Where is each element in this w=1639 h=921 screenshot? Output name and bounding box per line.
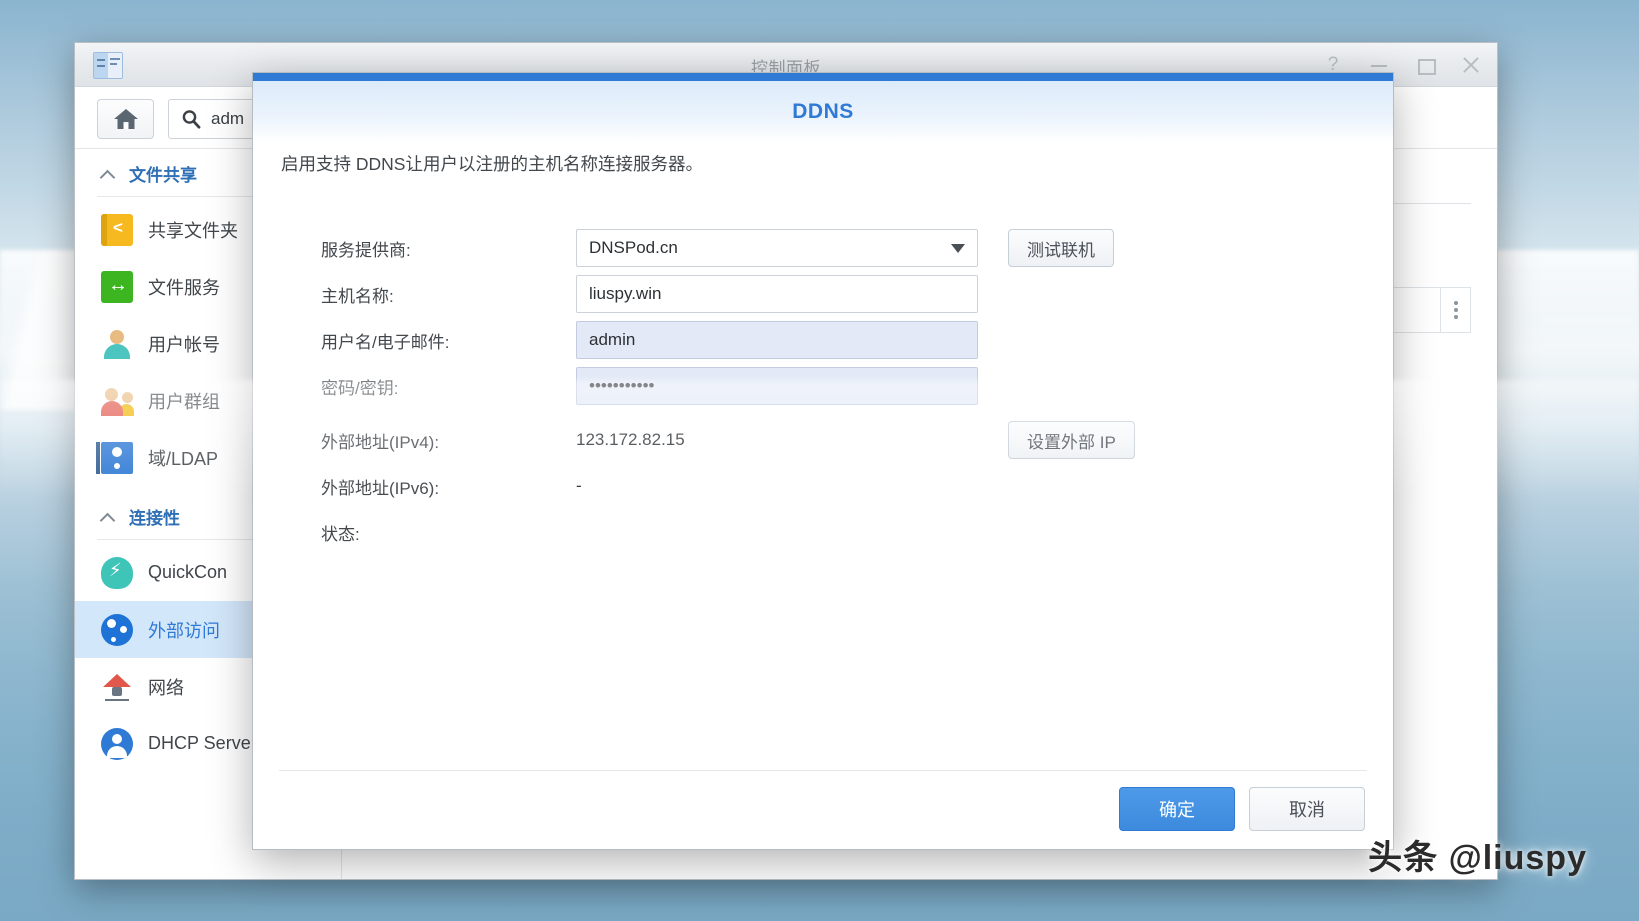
ddns-form: 服务提供商: DNSPod.cn 测试联机 主机名称: (321, 225, 1341, 555)
field-row-hostname: 主机名称: liuspy.win (321, 271, 1341, 317)
field-row-service-provider: 服务提供商: DNSPod.cn 测试联机 (321, 225, 1341, 271)
ok-button[interactable]: 确定 (1119, 787, 1235, 831)
service-provider-select-wrap: DNSPod.cn (576, 229, 978, 267)
network-icon (101, 671, 133, 703)
sidebar-item-label: 文件服务 (148, 274, 220, 300)
home-button[interactable] (97, 99, 154, 139)
home-icon (113, 107, 139, 131)
field-row-status: 状态: (321, 509, 1341, 555)
user-account-icon (101, 328, 133, 360)
shared-folder-icon (101, 214, 133, 246)
field-row-password: 密码/密钥: ••••••••••• (321, 363, 1341, 409)
quickconnect-icon (101, 557, 133, 589)
field-label: 主机名称: (321, 282, 576, 307)
search-icon (181, 109, 201, 129)
dialog-description: 启用支持 DDNS让用户以注册的主机名称连接服务器。 (281, 151, 703, 176)
external-ipv4-value-wrap: 123.172.82.15 (576, 430, 978, 450)
username-input[interactable]: admin (576, 321, 978, 359)
sidebar-item-label: 用户帐号 (148, 331, 220, 357)
domain-ldap-icon (101, 442, 133, 474)
field-label: 用户名/电子邮件: (321, 328, 576, 353)
dialog-title: DDNS (792, 100, 854, 124)
dialog-header: DDNS (253, 81, 1393, 143)
field-label: 外部地址(IPv6): (321, 474, 576, 499)
field-label: 状态: (321, 520, 576, 545)
external-ipv4-value: 123.172.82.15 (576, 430, 685, 449)
chevron-up-icon (101, 510, 115, 524)
external-access-icon (101, 614, 133, 646)
sidebar-item-label: 共享文件夹 (148, 217, 238, 243)
password-input-wrap: ••••••••••• (576, 367, 978, 405)
external-ipv6-value: - (576, 476, 582, 495)
field-row-username: 用户名/电子邮件: admin (321, 317, 1341, 363)
field-row-external-ipv4: 外部地址(IPv4): 123.172.82.15 设置外部 IP (321, 417, 1341, 463)
sidebar-item-user-group[interactable]: 用户群组 (75, 372, 341, 429)
external-ipv6-value-wrap: - (576, 476, 978, 496)
file-service-icon (101, 271, 133, 303)
close-icon[interactable] (1461, 55, 1481, 75)
maximize-icon[interactable] (1415, 55, 1435, 75)
more-options-icon[interactable] (1440, 288, 1470, 332)
hostname-input[interactable]: liuspy.win (576, 275, 978, 313)
sidebar-item-label: 用户群组 (148, 388, 220, 414)
test-connection-slot: 测试联机 (1008, 229, 1114, 267)
cancel-button[interactable]: 取消 (1249, 787, 1365, 831)
sidebar-item-domain-ldap[interactable]: 域/LDAP (75, 429, 341, 486)
set-external-ip-slot: 设置外部 IP (1008, 421, 1135, 459)
password-input[interactable]: ••••••••••• (576, 367, 978, 405)
ddns-dialog: DDNS 启用支持 DDNS让用户以注册的主机名称连接服务器。 服务提供商: D… (252, 72, 1394, 850)
chevron-up-icon (101, 167, 115, 181)
field-label: 密码/密钥: (321, 374, 576, 399)
search-value: adm (211, 109, 244, 129)
username-input-wrap: admin (576, 321, 978, 359)
field-label: 外部地址(IPv4): (321, 428, 576, 453)
sidebar-group-label: 连接性 (129, 504, 180, 529)
hostname-input-wrap: liuspy.win (576, 275, 978, 313)
dialog-footer: 确定 取消 (1119, 787, 1365, 831)
chevron-down-icon (951, 244, 965, 253)
set-external-ip-button[interactable]: 设置外部 IP (1008, 421, 1135, 459)
dhcp-server-icon (101, 728, 133, 760)
dialog-accent-bar (253, 73, 1393, 81)
sidebar-item-label: 域/LDAP (148, 445, 218, 471)
dialog-footer-divider (279, 770, 1367, 771)
test-connection-button[interactable]: 测试联机 (1008, 229, 1114, 267)
sidebar-item-label: 外部访问 (148, 617, 220, 643)
field-label: 服务提供商: (321, 236, 576, 261)
service-provider-select[interactable]: DNSPod.cn (576, 229, 978, 267)
sidebar-group-label: 文件共享 (129, 161, 197, 186)
sidebar-item-label: 网络 (148, 674, 184, 700)
sidebar-item-label: QuickCon (148, 562, 227, 583)
desktop-wallpaper: 控制面板 ? adm (0, 0, 1639, 921)
field-row-external-ipv6: 外部地址(IPv6): - (321, 463, 1341, 509)
user-group-icon (101, 385, 133, 417)
sidebar-item-label: DHCP Server (148, 733, 257, 754)
dialog-body: 启用支持 DDNS让用户以注册的主机名称连接服务器。 服务提供商: DNSPod… (253, 143, 1393, 849)
service-provider-value: DNSPod.cn (589, 238, 678, 258)
